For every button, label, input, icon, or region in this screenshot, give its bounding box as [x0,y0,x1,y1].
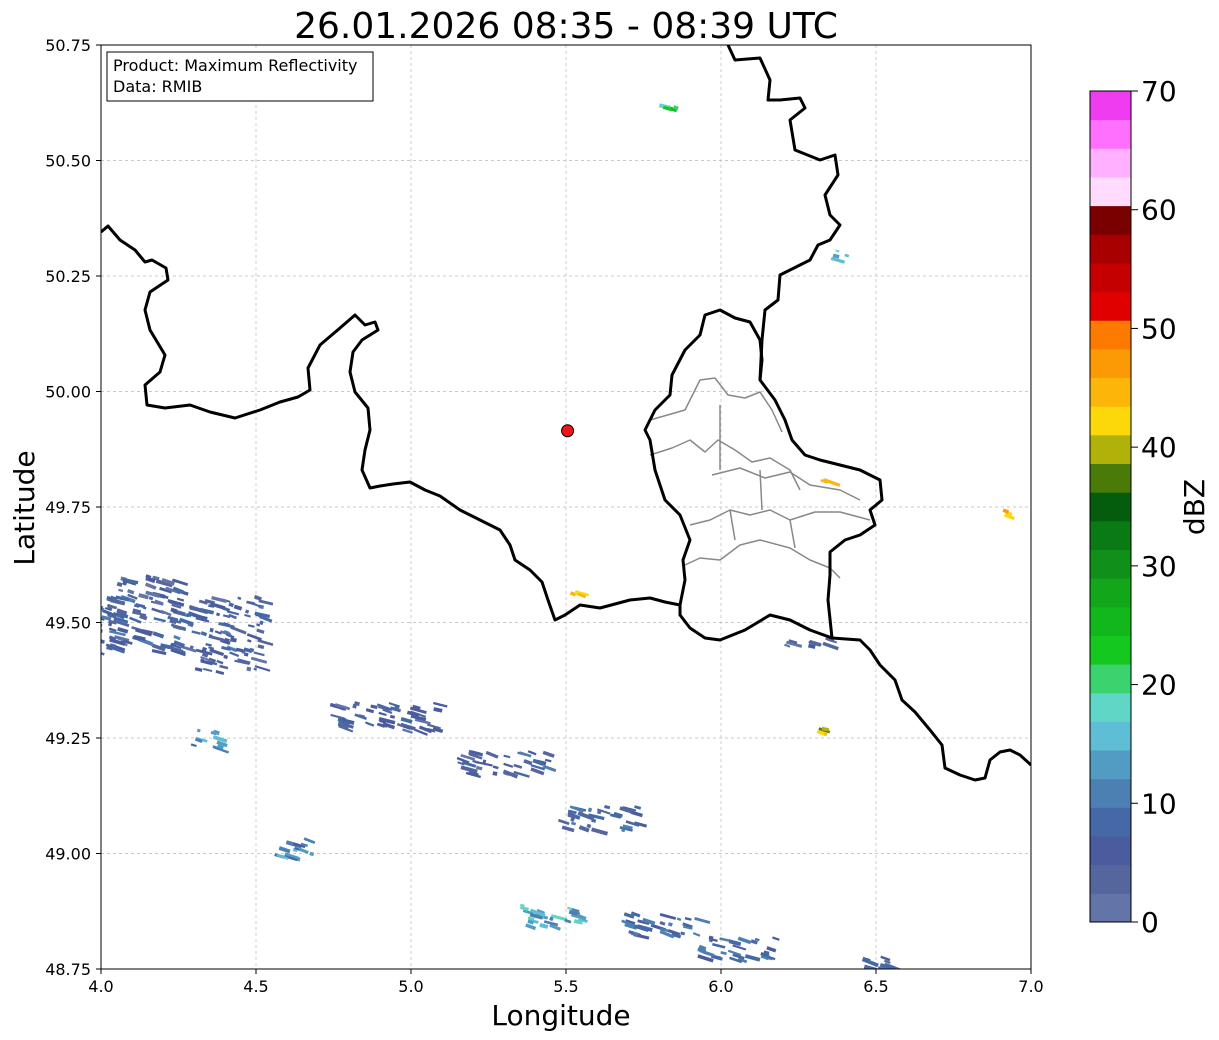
map-title: 26.01.2026 08:35 - 08:39 UTC [294,6,838,47]
colorbar-swatch [1090,291,1131,321]
x-tick-label: 6.0 [708,977,733,996]
y-tick-label: 49.25 [45,729,91,748]
colorbar-swatch [1090,348,1131,379]
x-tick-label: 4.5 [243,977,268,996]
colorbar-swatch [1090,578,1131,608]
colorbar-swatch [1090,176,1131,207]
x-axis-ticks: 4.0 4.5 5.0 5.5 6.0 6.5 7.0 [88,969,1044,996]
y-axis-ticks: 48.75 49.00 49.25 49.50 49.75 50.00 50.25 50.50… [45,36,101,979]
y-tick-label: 49.00 [45,845,91,864]
colorbar-ticks: 0 10 20 30 40 50 60 70 [1131,75,1177,939]
y-tick-label: 50.25 [45,267,91,286]
colorbar-swatch [1090,721,1131,751]
colorbar-tick-label: 60 [1141,194,1177,227]
colorbar-swatch [1090,406,1131,436]
colorbar-swatch [1090,893,1131,923]
colorbar-swatch [1090,119,1131,149]
colorbar-swatch [1090,692,1131,722]
colorbar-swatch [1090,836,1131,866]
colorbar-swatch [1090,778,1131,808]
x-axis-label: Longitude [491,999,630,1032]
colorbar-tick-label: 30 [1141,550,1177,583]
x-tick-label: 5.5 [553,977,578,996]
colorbar-tick-label: 10 [1141,787,1177,820]
colorbar: 0 10 20 30 40 50 60 70 dBZ [1089,75,1211,939]
y-axis-label: Latitude [8,450,41,565]
colorbar-swatch [1090,377,1131,407]
colorbar-tick-label: 50 [1141,312,1177,345]
colorbar-swatch [1090,234,1131,264]
x-tick-label: 5.0 [398,977,423,996]
colorbar-tick-label: 20 [1141,669,1177,702]
colorbar-swatch [1090,320,1131,350]
y-tick-label: 49.50 [45,614,91,633]
radar-map-figure: 26.01.2026 08:35 - 08:39 UTC Product: Ma… [8,6,1211,1032]
x-tick-label: 6.5 [863,977,888,996]
colorbar-swatch [1090,148,1131,178]
colorbar-swatch [1090,606,1131,636]
info-legend: Product: Maximum Reflectivity Data: RMIB [106,51,374,102]
colorbar-swatch [1090,635,1131,665]
colorbar-swatch [1090,434,1131,465]
y-tick-label: 50.75 [45,36,91,55]
colorbar-swatch [1090,492,1131,522]
colorbar-swatch [1090,262,1131,293]
colorbar-swatch [1090,807,1131,837]
x-tick-label: 4.0 [88,977,113,996]
colorbar-swatch [1090,520,1131,550]
legend-data-text: Data: RMIB [113,77,202,96]
colorbar-swatch [1090,750,1131,780]
colorbar-swatch [1090,664,1131,694]
y-tick-label: 50.00 [45,383,91,402]
legend-product-text: Product: Maximum Reflectivity [113,56,357,75]
colorbar-tick-label: 40 [1141,431,1177,464]
y-tick-label: 49.75 [45,498,91,517]
colorbar-swatch [1090,205,1131,235]
radar-site-marker[interactable] [561,424,575,438]
colorbar-tick-label: 0 [1141,906,1159,939]
colorbar-swatches [1090,91,1131,923]
colorbar-swatch [1090,549,1131,579]
colorbar-swatch [1090,463,1131,493]
colorbar-swatch [1090,864,1131,894]
colorbar-swatch [1090,91,1131,121]
map-panel[interactable]: Product: Maximum Reflectivity Data: RMIB [93,44,1032,974]
y-tick-label: 48.75 [45,960,91,979]
x-tick-label: 7.0 [1018,977,1043,996]
colorbar-label: dBZ [1178,479,1211,535]
colorbar-tick-label: 70 [1141,75,1177,108]
y-tick-label: 50.50 [45,152,91,171]
